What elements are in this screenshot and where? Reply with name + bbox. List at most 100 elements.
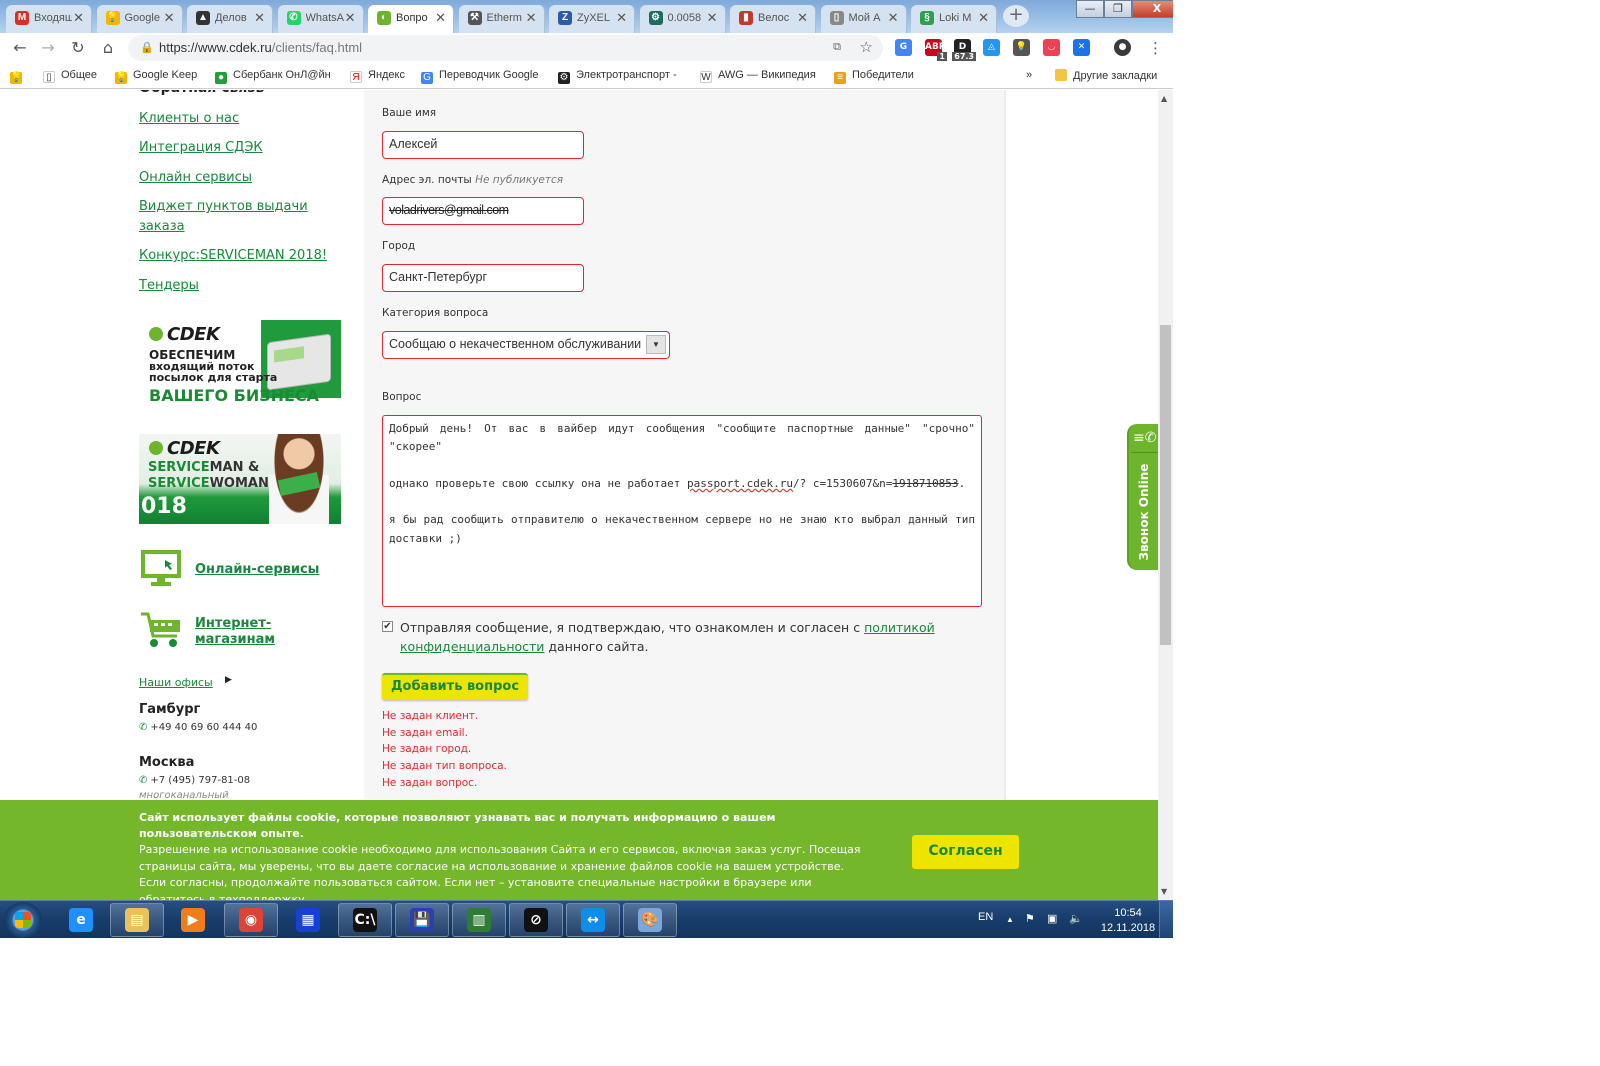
sidebar-link-widget[interactable]: Виджет пунктов выдачи заказа: [139, 197, 319, 237]
clock[interactable]: 10:54 12.11.2018: [1098, 906, 1158, 936]
close-window-button[interactable]: X: [1132, 0, 1173, 18]
close-tab-icon[interactable]: ✕: [254, 5, 265, 31]
forward-button[interactable]: →: [38, 38, 58, 58]
start-button[interactable]: [4, 902, 42, 938]
consent-checkbox[interactable]: ✔: [382, 621, 393, 632]
x-ext-icon[interactable]: ✕: [1073, 39, 1090, 56]
sidebar-link-clients-about-us[interactable]: Клиенты о нас: [139, 109, 239, 129]
taskbar-app[interactable]: ↔: [566, 903, 620, 937]
show-hidden-icons-arrow[interactable]: ▲: [1006, 915, 1014, 924]
browser-tab[interactable]: ⚒ Etherm ✕: [458, 5, 545, 33]
bookmarks-overflow-button[interactable]: »: [1026, 69, 1032, 81]
browser-tab[interactable]: ▯ Мой А ✕: [820, 5, 907, 33]
taskbar-app[interactable]: ⊘: [509, 903, 563, 937]
category-select[interactable]: Сообщаю о некачественном обслуживании ▼: [382, 331, 670, 359]
browser-tab[interactable]: M Входящ ✕: [6, 5, 92, 33]
translate-page-icon[interactable]: ⧉: [833, 40, 841, 54]
bookmark-item[interactable]: Я Яндекс: [350, 69, 405, 83]
taskbar-app[interactable]: e: [54, 903, 108, 937]
close-tab-icon[interactable]: ✕: [616, 5, 627, 31]
bookmark-star-icon[interactable]: ☆: [860, 38, 873, 56]
taskbar-app[interactable]: ▥: [452, 903, 506, 937]
scroll-up-arrow-icon[interactable]: ▲: [1161, 94, 1167, 103]
sidebar-link-integration[interactable]: Интеграция СДЭК: [139, 138, 263, 158]
bookmark-item[interactable]: G Переводчик Google: [421, 69, 539, 84]
bookmark-item[interactable]: 💡: [10, 69, 28, 84]
show-desktop-button[interactable]: [1159, 901, 1173, 938]
triangle-right-icon[interactable]: ▶: [225, 675, 232, 685]
close-tab-icon[interactable]: ✕: [707, 5, 718, 31]
bookmark-item[interactable]: ≡ Победители: [834, 69, 914, 84]
taskbar-app[interactable]: ▤: [110, 903, 164, 937]
pocket-ext-icon[interactable]: ◡: [1043, 39, 1060, 56]
sidebar-link-online-services[interactable]: Онлайн сервисы: [139, 168, 252, 188]
back-button[interactable]: ←: [10, 38, 30, 58]
city-input[interactable]: Санкт-Петербург: [382, 264, 584, 292]
cookie-agree-button[interactable]: Согласен: [912, 835, 1019, 869]
d-ext-icon[interactable]: D 67.3: [952, 39, 976, 61]
close-tab-icon[interactable]: ✕: [526, 5, 537, 31]
google-translate-ext-icon[interactable]: G: [895, 39, 912, 56]
close-tab-icon[interactable]: ✕: [888, 5, 899, 31]
profile-avatar-icon[interactable]: ●: [1114, 39, 1131, 56]
sidebar-link-contest[interactable]: Конкурс:SERVICEMAN 2018!: [139, 246, 327, 266]
call-online-widget[interactable]: ≡✆ Звонок Online: [1127, 424, 1158, 570]
volume-icon[interactable]: 🔈: [1069, 912, 1083, 925]
bookmark-item[interactable]: ▯ Общее: [43, 69, 97, 83]
page-scrollbar[interactable]: ▲ ▼: [1158, 90, 1173, 900]
business-banner[interactable]: CDEK ОБЕСПЕЧИМ входящий поток посылок дл…: [139, 320, 341, 410]
email-input[interactable]: voladrivers@gmail.com: [382, 197, 584, 225]
dropdown-arrow-icon[interactable]: ▼: [646, 335, 666, 354]
taskbar-app[interactable]: C:\: [338, 903, 392, 937]
vpn-ext-icon[interactable]: ◬: [983, 39, 1000, 56]
minimize-button[interactable]: —: [1076, 0, 1104, 18]
maximize-button[interactable]: ❐: [1104, 0, 1132, 18]
browser-tab[interactable]: Z ZyXEL ✕: [549, 5, 635, 33]
other-bookmarks[interactable]: Другие закладки: [1055, 69, 1157, 82]
close-tab-icon[interactable]: ✕: [797, 5, 808, 31]
taskbar-app[interactable]: ▶: [166, 903, 220, 937]
browser-menu-icon[interactable]: ⋮: [1148, 39, 1163, 57]
scroll-down-arrow-icon[interactable]: ▼: [1161, 887, 1167, 896]
keep-ext-icon[interactable]: 💡: [1013, 39, 1030, 56]
new-tab-button[interactable]: +: [1003, 5, 1029, 27]
bookmark-item[interactable]: ● Сбербанк ОнЛ@йн: [215, 69, 331, 84]
language-indicator[interactable]: EN: [978, 911, 993, 923]
name-input[interactable]: Алексей: [382, 131, 584, 159]
promo-internet-shops[interactable]: Интернет-магазинам: [139, 610, 349, 650]
browser-tab[interactable]: ▮ Велос ✕: [730, 5, 816, 33]
taskbar-app[interactable]: 💾: [395, 903, 449, 937]
taskbar-app[interactable]: 🎨: [623, 903, 677, 937]
taskbar-app[interactable]: ◉: [224, 903, 278, 937]
our-offices-link[interactable]: Наши офисы: [139, 676, 213, 689]
browser-tab[interactable]: ◐ Вопро ✕: [368, 5, 454, 33]
bookmark-item[interactable]: ⚙ Электротранспорт -: [558, 69, 677, 84]
browser-tab[interactable]: ✆ WhatsA ✕: [277, 5, 364, 33]
taskbar-app[interactable]: ▦: [281, 903, 335, 937]
close-tab-icon[interactable]: ✕: [164, 5, 175, 31]
close-tab-icon[interactable]: ✕: [435, 5, 446, 31]
serviceman-banner[interactable]: CDEK SERVICEMAN & SERVICEWOMAN 018: [139, 434, 341, 524]
browser-tab[interactable]: § Loki M ✕: [911, 5, 997, 33]
network-icon[interactable]: ▣: [1047, 912, 1057, 925]
promo-online-services[interactable]: Онлайн-сервисы: [139, 550, 349, 590]
reload-button[interactable]: ↻: [68, 38, 88, 58]
close-tab-icon[interactable]: ✕: [345, 5, 356, 31]
scrollbar-thumb[interactable]: [1160, 325, 1171, 645]
sidebar-link-tenders[interactable]: Тендеры: [139, 276, 199, 296]
adblock-ext-icon[interactable]: ABP 1: [925, 39, 947, 61]
office-phone-number[interactable]: +7 (495) 797-81-08: [150, 775, 250, 786]
office-phone-number[interactable]: +49 40 69 60 444 40: [150, 722, 257, 733]
browser-tab[interactable]: 💡 Google ✕: [96, 5, 183, 33]
close-tab-icon[interactable]: ✕: [978, 5, 989, 31]
promo-online-services-label[interactable]: Онлайн-сервисы: [195, 562, 319, 578]
add-question-button[interactable]: Добавить вопрос: [382, 673, 528, 700]
home-button[interactable]: ⌂: [98, 38, 118, 58]
browser-tab[interactable]: ⚙ 0.0058 ✕: [639, 5, 726, 33]
action-center-flag-icon[interactable]: ⚑: [1025, 912, 1035, 925]
question-textarea[interactable]: Добрый день! От вас в вайбер идут сообще…: [382, 415, 982, 607]
address-bar[interactable]: 🔒 https://www.cdek.ru/clients/faq.html ⧉…: [128, 35, 883, 61]
bookmark-item[interactable]: 💡 Google Keep: [115, 69, 197, 84]
bookmark-item[interactable]: W AWG — Википедия: [700, 69, 816, 83]
promo-internet-shops-label[interactable]: Интернет-магазинам: [195, 616, 349, 648]
